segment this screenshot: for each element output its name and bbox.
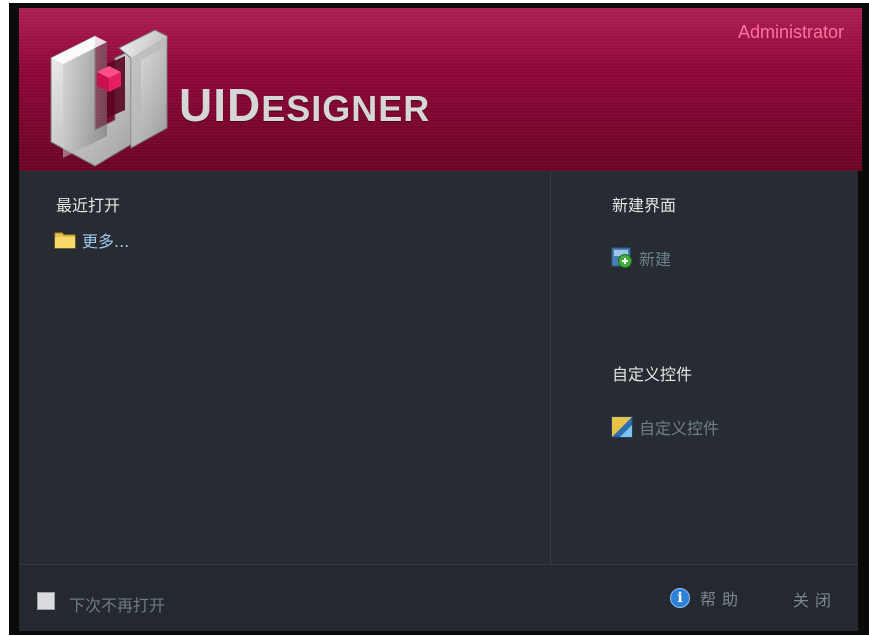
uidesigner-logo-icon <box>50 29 168 167</box>
brand-title: UIDESIGNER <box>179 78 430 132</box>
new-ui-label: 新建 <box>639 250 672 269</box>
new-ui-button[interactable]: 新建 <box>611 246 671 270</box>
info-icon: i <box>670 588 690 608</box>
brand-title-initial: UID <box>179 79 262 131</box>
dont-show-again-label: 下次不再打开 <box>69 596 166 615</box>
dont-show-again-checkbox[interactable] <box>37 592 55 610</box>
actions-panel: 新建界面 新建 自定义控件 自定义控件 <box>551 171 858 564</box>
brand-title-rest: ESIGNER <box>261 88 431 129</box>
new-document-icon <box>611 247 632 268</box>
recent-more-link[interactable]: 更多... <box>54 228 129 252</box>
custom-control-title: 自定义控件 <box>612 365 693 384</box>
folder-icon <box>54 232 76 249</box>
start-page-body: 最近打开 更多... 新建界面 新建 自定义控件 自定义控件 <box>19 171 858 564</box>
custom-control-button[interactable]: 自定义控件 <box>611 415 719 439</box>
help-button[interactable]: i 帮助 <box>670 586 744 610</box>
header-banner: UIDESIGNER Administrator <box>19 8 862 171</box>
username-label: Administrator <box>737 22 844 42</box>
new-ui-title: 新建界面 <box>612 196 677 215</box>
recent-files-title: 最近打开 <box>56 196 121 215</box>
recent-more-label: 更多... <box>82 232 130 251</box>
footer-bar: 下次不再打开 i 帮助 关闭 <box>19 564 858 631</box>
close-button[interactable]: 关闭 <box>793 587 837 611</box>
help-label: 帮助 <box>700 590 745 609</box>
custom-control-icon <box>611 416 633 438</box>
recent-files-panel: 最近打开 更多... <box>19 171 550 564</box>
custom-control-label: 自定义控件 <box>639 419 720 438</box>
